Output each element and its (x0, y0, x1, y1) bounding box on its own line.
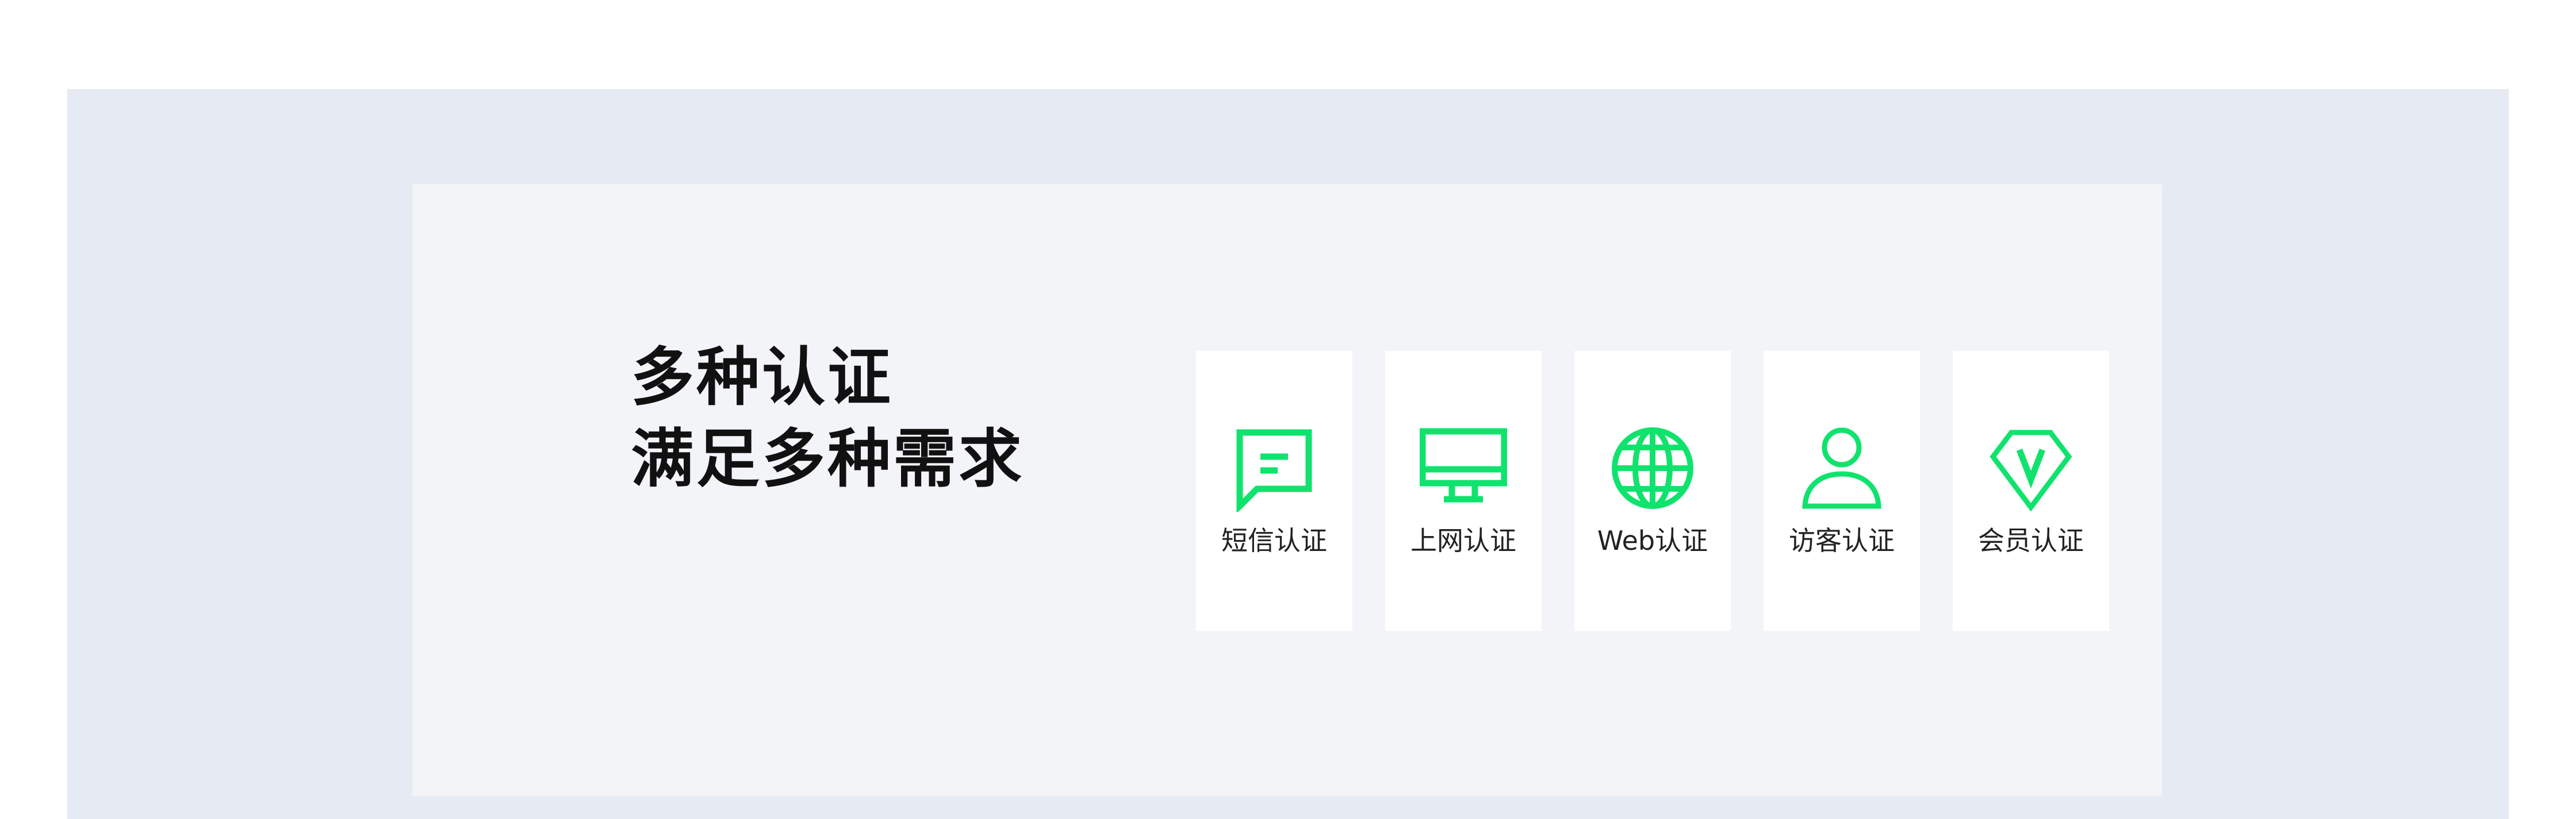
monitor-icon (1420, 424, 1507, 512)
headline-line-2: 满足多种需求 (631, 422, 1024, 496)
headline-line-1: 多种认证 (631, 340, 893, 414)
card-web-auth[interactable]: Web认证 (1574, 351, 1731, 631)
card-label: 会员认证 (1978, 525, 2084, 556)
card-member-auth[interactable]: 会员认证 (1953, 351, 2109, 631)
card-label: 访客认证 (1789, 525, 1895, 556)
sms-message-icon (1230, 424, 1318, 512)
card-sms-auth[interactable]: 短信认证 (1196, 351, 1352, 631)
card-label: 上网认证 (1410, 525, 1516, 556)
vip-diamond-icon (1987, 424, 2075, 512)
outer-background: 多种认证 满足多种需求 短信认证 上网认证 Web认证 访客认证 会员认证 (67, 89, 2509, 819)
card-visitor-auth[interactable]: 访客认证 (1764, 351, 1920, 631)
headline: 多种认证 满足多种需求 (631, 336, 1024, 500)
card-label: 短信认证 (1221, 525, 1327, 556)
user-icon (1798, 424, 1885, 512)
card-label: Web认证 (1597, 525, 1708, 556)
globe-icon (1609, 424, 1696, 512)
feature-panel: 多种认证 满足多种需求 短信认证 上网认证 Web认证 访客认证 会员认证 (412, 184, 2162, 796)
card-network-auth[interactable]: 上网认证 (1385, 351, 1542, 631)
auth-card-list: 短信认证 上网认证 Web认证 访客认证 会员认证 (1196, 351, 2109, 631)
